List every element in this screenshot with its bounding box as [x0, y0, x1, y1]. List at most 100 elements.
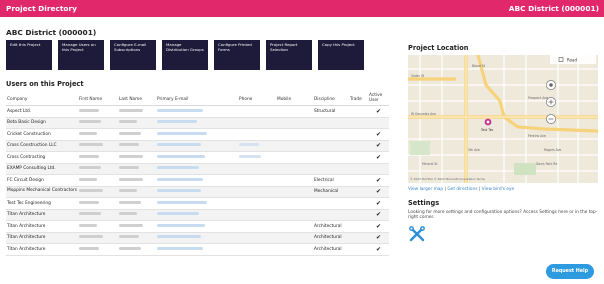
discipline-cell: Architectural	[313, 243, 349, 256]
redacted-value[interactable]	[157, 246, 203, 250]
configure-email-subscriptions-button[interactable]: Configure E-mail Subscriptions	[110, 40, 156, 70]
redacted-value	[119, 177, 143, 181]
mobile-cell	[276, 105, 313, 118]
request-help-button[interactable]: Request Help	[546, 264, 594, 279]
map-label-slater: Slater St	[411, 74, 425, 78]
redacted-value[interactable]	[157, 200, 207, 204]
redacted-value[interactable]	[157, 166, 199, 170]
phone-cell	[238, 117, 276, 129]
table-row[interactable]: Cross Contracting ✔	[6, 151, 389, 164]
project-map[interactable]: Slater St Bland St W Gonzalez Ave Prospe…	[408, 55, 598, 183]
column-header-trade[interactable]: Trade	[349, 93, 368, 106]
table-row[interactable]: Moppins Mechanical Contractors Mechanical…	[6, 186, 389, 198]
zoom-out-icon[interactable]	[546, 114, 556, 124]
column-header-mobile[interactable]: Mobile	[276, 93, 313, 106]
redacted-value[interactable]	[157, 108, 203, 112]
column-header-primary-email[interactable]: Primary E-mail	[156, 93, 238, 106]
redacted-value	[79, 246, 99, 250]
company-cell: Titan Architecture	[6, 220, 78, 233]
redacted-value[interactable]	[157, 143, 201, 147]
column-header-phone[interactable]: Phone	[238, 93, 276, 106]
zoom-in-icon[interactable]	[546, 97, 556, 107]
table-row[interactable]: Aspect Ltd. Structural ✔	[6, 105, 389, 118]
get-directions-link[interactable]: Get directions	[447, 187, 477, 192]
redacted-value[interactable]	[157, 189, 201, 193]
table-row[interactable]: Cricket Construction ✔	[6, 128, 389, 141]
first-name-cell	[78, 220, 118, 233]
company-cell: Aspect Ltd.	[6, 105, 78, 118]
redacted-value[interactable]	[157, 235, 201, 239]
active-user-cell	[368, 117, 389, 129]
first-name-cell	[78, 140, 118, 152]
last-name-cell	[118, 163, 156, 175]
trade-cell	[349, 140, 368, 152]
map-label-mineral: Mineral St	[422, 162, 438, 166]
mobile-cell	[276, 174, 313, 187]
redacted-value[interactable]	[157, 223, 205, 227]
phone-cell	[238, 151, 276, 164]
table-row[interactable]: Cross Construction LLC ✔	[6, 140, 389, 152]
project-report-selection-button[interactable]: Project Report Selection	[266, 40, 312, 70]
location-pin-icon[interactable]	[484, 118, 492, 126]
users-section-title: Users on this Project	[6, 80, 84, 88]
table-row[interactable]: Beta Basic Design	[6, 117, 389, 129]
edit-project-button[interactable]: Edit this Project	[6, 40, 52, 70]
last-name-cell	[118, 151, 156, 164]
phone-cell	[238, 163, 276, 175]
active-user-cell: ✔	[368, 174, 389, 187]
trade-cell	[349, 209, 368, 221]
locate-me-icon[interactable]	[546, 80, 556, 90]
trade-cell	[349, 128, 368, 141]
app-title: Project Directory	[6, 4, 77, 13]
map-canvas[interactable]: Slater St Bland St W Gonzalez Ave Prospe…	[408, 55, 598, 183]
mobile-cell	[276, 140, 313, 152]
mobile-cell	[276, 220, 313, 233]
table-row[interactable]: FC Circuit Design Electrical ✔	[6, 174, 389, 187]
table-row[interactable]: Test Tec Engineering ✔	[6, 197, 389, 210]
map-label-davis: Davis Park Rd	[536, 162, 557, 166]
primary-email-cell	[156, 174, 238, 187]
header-district-title[interactable]: ABC District (000001)	[509, 4, 599, 13]
table-row[interactable]: Titan Architecture ✔	[6, 209, 389, 221]
discipline-cell: Structural	[313, 105, 349, 118]
column-header-last-name[interactable]: Last Name	[118, 93, 156, 106]
column-header-discipline[interactable]: Discipline	[313, 93, 349, 106]
primary-email-cell	[156, 232, 238, 244]
company-cell: Titan Architecture	[6, 232, 78, 244]
map-label-perkins: Perkins Ave	[528, 134, 546, 138]
active-user-cell: ✔	[368, 243, 389, 256]
column-header-active-user[interactable]: Active User	[368, 93, 389, 106]
company-cell: Test Tec Engineering	[6, 197, 78, 210]
table-row[interactable]: Titan Architecture Architectural ✔	[6, 220, 389, 233]
configure-printed-forms-button[interactable]: Configure Printed Forms	[214, 40, 260, 70]
redacted-value	[79, 154, 99, 158]
primary-email-cell	[156, 186, 238, 198]
last-name-cell	[118, 174, 156, 187]
view-birds-eye-link[interactable]: View bird's eye	[482, 187, 515, 192]
first-name-cell	[78, 186, 118, 198]
redacted-value	[79, 108, 99, 112]
table-row[interactable]: Titan Architecture Architectural ✔	[6, 243, 389, 256]
column-header-first-name[interactable]: First Name	[78, 93, 118, 106]
manage-distribution-groups-button[interactable]: Manage Distribution Groups	[162, 40, 208, 70]
copy-project-button[interactable]: Copy this Project	[318, 40, 364, 70]
table-row[interactable]: EXAMP Consulting Ltd.	[6, 163, 389, 175]
settings-wrench-icon[interactable]	[408, 225, 426, 247]
district-title: ABC District (000001)	[6, 28, 97, 37]
trade-cell	[349, 174, 368, 187]
redacted-value[interactable]	[157, 154, 205, 158]
settings-title: Settings	[408, 199, 440, 207]
table-row[interactable]: Titan Architecture Architectural ✔	[6, 232, 389, 244]
redacted-value[interactable]	[157, 120, 197, 124]
view-larger-map-link[interactable]: View larger map	[408, 187, 443, 192]
map-type-selector[interactable]: Road	[550, 55, 596, 64]
trade-cell	[349, 105, 368, 118]
phone-cell	[238, 140, 276, 152]
redacted-value[interactable]	[157, 131, 207, 135]
active-user-cell	[368, 163, 389, 175]
discipline-cell	[313, 197, 349, 210]
manage-users-button[interactable]: Manage Users on this Project	[58, 40, 104, 70]
column-header-company[interactable]: Company	[6, 93, 78, 106]
redacted-value[interactable]	[157, 177, 203, 181]
redacted-value[interactable]	[157, 212, 199, 216]
